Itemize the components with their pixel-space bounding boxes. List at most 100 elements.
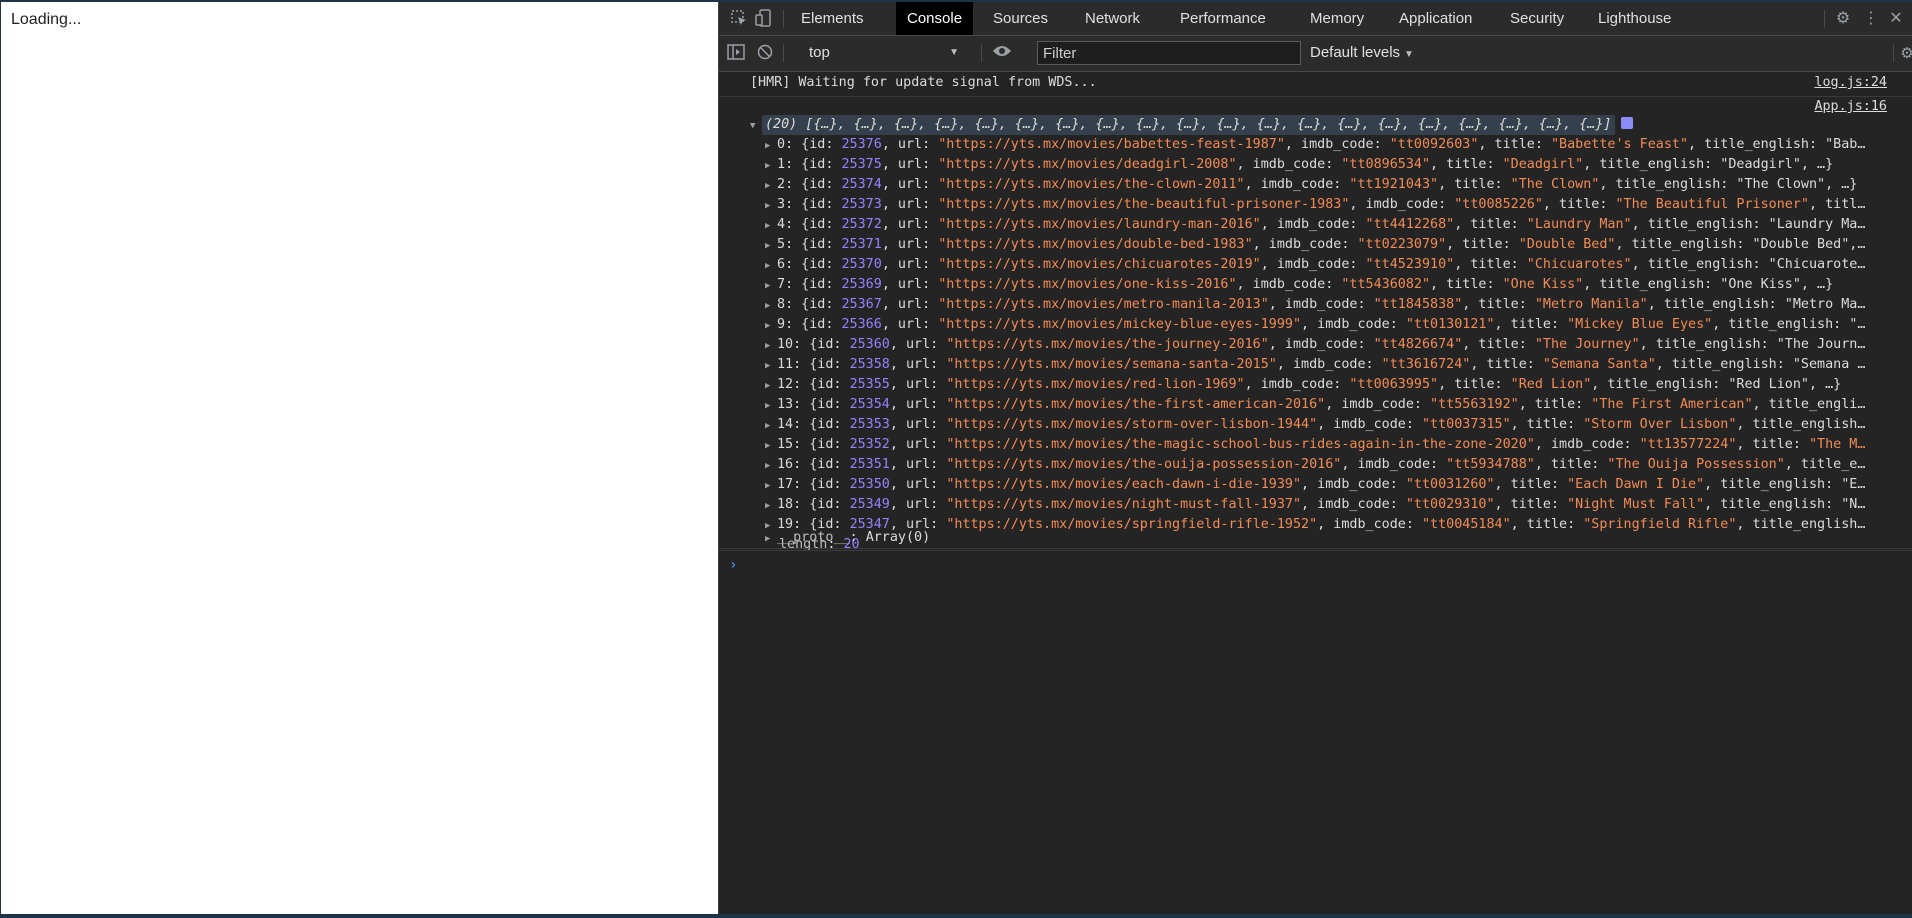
row-tail: title_e… [1800,457,1866,472]
expand-triangle-icon[interactable]: ▶ [765,416,777,435]
syntax-punctuation: , title: [1510,417,1584,432]
row-tail: title_english: "Semana … [1671,357,1866,372]
row-index: 16 [777,457,794,472]
expand-triangle-icon[interactable]: ▶ [765,436,777,455]
device-toggle-icon[interactable] [754,9,774,29]
clear-console-icon[interactable] [755,44,775,64]
inspect-icon[interactable] [729,9,749,29]
tab-elements[interactable]: Elements [790,2,875,35]
gear-icon[interactable]: ⚙ [1833,9,1853,29]
syntax-punctuation: , title: [1454,257,1527,272]
proto-key: __proto__ [777,530,850,545]
table-row[interactable]: ▶ 6: {id: 25370, url: "https://yts.mx/mov… [765,255,1912,275]
expand-triangle-icon[interactable]: ▶ [765,316,777,335]
table-row[interactable]: ▶ 10: {id: 25360, url: "https://yts.mx/mo… [765,335,1912,355]
expand-triangle-icon[interactable]: ▶ [765,476,777,495]
table-row[interactable]: ▶ 2: {id: 25374, url: "https://yts.mx/mov… [765,175,1912,195]
row-url: "https://yts.mx/movies/the-clown-2011" [938,177,1245,192]
expand-triangle-icon[interactable]: ▶ [765,236,777,255]
filter-input[interactable] [1037,41,1301,65]
table-row[interactable]: ▶ 8: {id: 25367, url: "https://yts.mx/mov… [765,295,1912,315]
gear-icon[interactable]: ⚙ [1897,44,1912,64]
table-row[interactable]: ▶ 4: {id: 25372, url: "https://yts.mx/mov… [765,215,1912,235]
expand-triangle-icon[interactable]: ▶ [765,196,777,215]
tab-application[interactable]: Application [1388,2,1483,35]
table-row[interactable]: ▶ 14: {id: 25353, url: "https://yts.mx/mo… [765,415,1912,435]
table-row[interactable]: ▶ 15: {id: 25352, url: "https://yts.mx/mo… [765,435,1912,455]
row-tail: title_english: "Deadgirl", …} [1599,157,1834,172]
expand-triangle-icon[interactable]: ▶ [765,376,777,395]
syntax-punctuation: , url: [881,137,939,152]
expand-triangle-icon[interactable]: ▶ [765,496,777,515]
tab-sources[interactable]: Sources [982,2,1059,35]
row-id: 25349 [849,497,890,512]
table-row[interactable]: ▶ 11: {id: 25358, url: "https://yts.mx/mo… [765,355,1912,375]
row-tail: title_english: "Laundry Ma… [1647,217,1866,232]
syntax-punctuation: , imdb_code: [1325,397,1431,412]
context-select[interactable]: top ▼ [809,42,969,64]
tab-lighthouse[interactable]: Lighthouse [1587,2,1682,35]
kebab-menu-icon[interactable]: ⋮ [1861,9,1881,29]
tab-memory[interactable]: Memory [1299,2,1375,35]
array-summary-row[interactable]: ▼ (20) [{…}, {…}, {…}, {…}, {…}, {…}, {…}… [750,115,1912,135]
tab-console[interactable]: Console [896,2,974,35]
row-title: "Babette's Feast" [1550,137,1689,152]
row-id: 25366 [841,317,882,332]
row-id: 25376 [841,137,882,152]
syntax-punctuation: , url: [881,297,939,312]
syntax-punctuation: , url: [889,357,947,372]
table-row[interactable]: ▶ 7: {id: 25369, url: "https://yts.mx/mov… [765,275,1912,295]
expand-triangle-icon[interactable]: ▶ [765,156,777,175]
collapse-triangle-icon[interactable]: ▶ [765,529,777,548]
row-imdb: "tt13577224" [1639,437,1737,452]
table-row[interactable]: ▶ 13: {id: 25354, url: "https://yts.mx/mo… [765,395,1912,415]
syntax-punctuation: : {id: [785,277,842,292]
table-row[interactable]: ▶ 5: {id: 25371, url: "https://yts.mx/mov… [765,235,1912,255]
proto-row[interactable]: ▶ __proto__: Array(0) [765,528,1912,548]
log-levels-dropdown[interactable]: Default levels ▼ [1310,42,1414,66]
row-url: "https://yts.mx/movies/one-kiss-2016" [938,277,1237,292]
tab-performance[interactable]: Performance [1169,2,1277,35]
table-row[interactable]: ▶ 3: {id: 25373, url: "https://yts.mx/mov… [765,195,1912,215]
row-index: 13 [777,397,794,412]
row-imdb: "tt0092603" [1389,137,1479,152]
close-icon[interactable]: ✕ [1886,9,1906,29]
row-imdb: "tt4412268" [1365,217,1455,232]
expand-triangle-icon[interactable]: ▶ [765,296,777,315]
table-row[interactable]: ▶ 9: {id: 25366, url: "https://yts.mx/mov… [765,315,1912,335]
expand-triangle-icon[interactable]: ▶ [765,396,777,415]
expand-triangle-icon[interactable]: ▶ [765,136,777,155]
tab-network[interactable]: Network [1074,2,1151,35]
expand-triangle-icon[interactable]: ▶ [765,336,777,355]
table-row[interactable]: ▶ 0: {id: 25376, url: "https://yts.mx/mov… [765,135,1912,155]
table-row[interactable]: ▶ 17: {id: 25350, url: "https://yts.mx/mo… [765,475,1912,495]
eye-icon[interactable] [992,44,1012,64]
syntax-punctuation: : {id: [793,417,850,432]
table-row[interactable]: ▶ 1: {id: 25375, url: "https://yts.mx/mov… [765,155,1912,175]
table-row[interactable]: ▶ 18: {id: 25349, url: "https://yts.mx/mo… [765,495,1912,515]
console-toolbar: top ▼ Default levels▼ ⚙ [719,36,1912,72]
tab-security[interactable]: Security [1499,2,1575,35]
syntax-punctuation: , url: [881,217,939,232]
syntax-punctuation: , url: [881,257,939,272]
syntax-punctuation: , [1736,417,1753,432]
syntax-punctuation: , url: [889,377,947,392]
expand-triangle-icon[interactable]: ▶ [765,176,777,195]
row-index: 6 [777,257,786,272]
expand-triangle-icon[interactable]: ▼ [750,116,762,135]
sidebar-icon[interactable] [726,44,746,64]
row-imdb: "tt0029310" [1405,497,1495,512]
expand-triangle-icon[interactable]: ▶ [765,356,777,375]
table-row[interactable]: ▶ 16: {id: 25351, url: "https://yts.mx/mo… [765,455,1912,475]
source-link-log[interactable]: log.js:24 [1814,75,1887,90]
expand-triangle-icon[interactable]: ▶ [765,256,777,275]
info-icon [1620,117,1633,129]
syntax-punctuation: : {id: [785,217,842,232]
expand-triangle-icon[interactable]: ▶ [765,276,777,295]
console-prompt-icon[interactable]: › [729,557,737,573]
expand-triangle-icon[interactable]: ▶ [765,216,777,235]
expand-triangle-icon[interactable]: ▶ [765,456,777,475]
page-viewport: Loading... [1,2,719,914]
table-row[interactable]: ▶ 12: {id: 25355, url: "https://yts.mx/mo… [765,375,1912,395]
source-link-app[interactable]: App.js:16 [1814,99,1887,114]
